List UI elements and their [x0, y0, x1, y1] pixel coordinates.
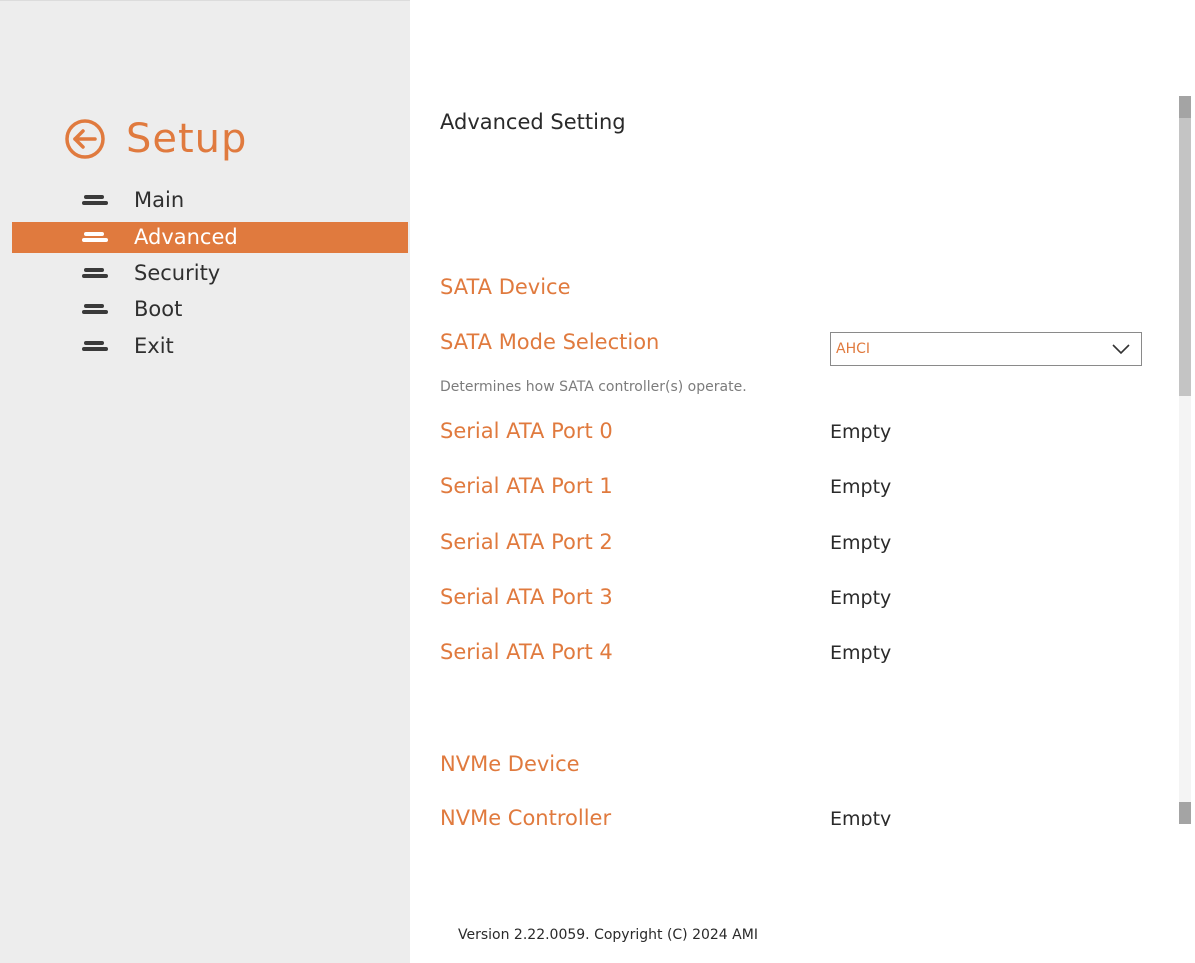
option-value: Empty	[830, 587, 892, 609]
option-label: Serial ATA Port 4	[440, 640, 613, 664]
menu-bars-icon	[82, 304, 108, 315]
option-serial-ata-port-1[interactable]: Serial ATA Port 1 Empty	[440, 474, 1160, 498]
menu-bars-icon	[82, 195, 108, 206]
option-serial-ata-port-3[interactable]: Serial ATA Port 3 Empty	[440, 585, 1160, 609]
sidebar-item-label: Exit	[134, 333, 174, 358]
chevron-down-icon	[1112, 344, 1130, 355]
sidebar-item-advanced[interactable]: Advanced	[12, 221, 408, 253]
sidebar-item-security[interactable]: Security	[12, 255, 408, 292]
scrollbar-up-button[interactable]	[1179, 96, 1191, 118]
sata-mode-dropdown[interactable]: AHCI	[830, 332, 1142, 366]
main-panel: Advanced Setting SATA Device SATA Mode S…	[410, 0, 1195, 963]
menu-bars-icon	[82, 232, 108, 242]
version-footer: Version 2.22.0059. Copyright (C) 2024 AM…	[458, 927, 758, 943]
option-label: SATA Mode Selection	[440, 330, 660, 354]
scrollbar-thumb[interactable]	[1179, 118, 1191, 396]
section-nvme-device: NVMe Device	[440, 752, 1160, 776]
sidebar-item-label: Main	[134, 188, 185, 213]
section-title: SATA Device	[440, 275, 571, 299]
menu-bars-icon	[82, 267, 108, 278]
option-help: Determines how SATA controller(s) operat…	[440, 376, 1160, 395]
sidebar-item-main[interactable]: Main	[12, 182, 408, 219]
setup-title: Setup	[126, 116, 248, 162]
dropdown-value: AHCI	[836, 341, 871, 357]
sidebar-nav: Main Advanced Security Boot Exit	[12, 182, 408, 364]
help-text: Determines how SATA controller(s) operat…	[440, 379, 747, 395]
option-value: Empty	[830, 476, 892, 498]
option-serial-ata-port-0[interactable]: Serial ATA Port 0 Empty	[440, 419, 1160, 443]
option-serial-ata-port-4[interactable]: Serial ATA Port 4 Empty	[440, 640, 1160, 664]
sidebar-item-label: Boot	[134, 297, 183, 322]
option-label: Serial ATA Port 3	[440, 585, 613, 609]
sidebar: Setup Main Advanced Security Boot Exit	[0, 0, 410, 963]
sidebar-item-boot[interactable]: Boot	[12, 291, 408, 328]
vertical-scrollbar[interactable]	[1179, 96, 1191, 824]
settings-list: SATA Device SATA Mode Selection AHCI Det…	[410, 260, 1170, 826]
page-title: Advanced Setting	[440, 110, 626, 134]
option-value: Empty	[830, 421, 892, 443]
option-label: Serial ATA Port 0	[440, 419, 613, 443]
option-value: Empty	[830, 808, 892, 826]
menu-bars-icon	[82, 340, 108, 351]
option-label: NVMe Controller	[440, 806, 612, 826]
scrollbar-down-button[interactable]	[1179, 802, 1191, 824]
sidebar-item-label: Security	[134, 260, 221, 285]
section-sata-device: SATA Device	[440, 275, 1160, 299]
sidebar-item-exit[interactable]: Exit	[12, 328, 408, 365]
sidebar-item-label: Advanced	[134, 225, 238, 249]
option-value: Empty	[830, 532, 892, 554]
option-nvme-controller[interactable]: NVMe Controller Empty	[440, 806, 1160, 826]
circle-arrow-left-icon[interactable]	[64, 118, 106, 160]
option-value: Empty	[830, 642, 892, 664]
section-title: NVMe Device	[440, 752, 580, 776]
option-label: Serial ATA Port 2	[440, 530, 613, 554]
setup-header: Setup	[64, 111, 247, 167]
option-serial-ata-port-2[interactable]: Serial ATA Port 2 Empty	[440, 530, 1160, 554]
option-label: Serial ATA Port 1	[440, 474, 613, 498]
